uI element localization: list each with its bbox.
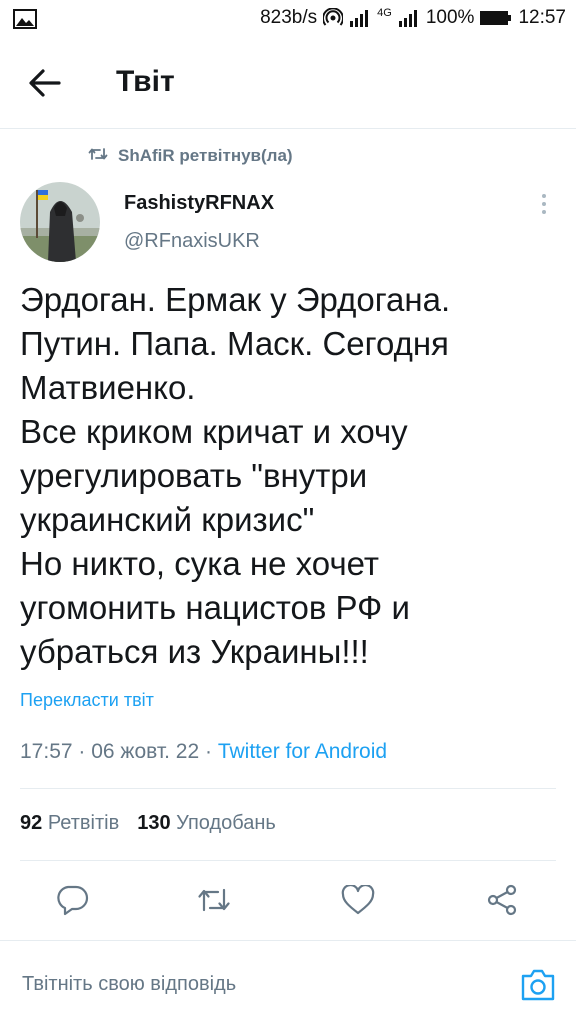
meta-separator: · [199, 740, 218, 763]
tweet-text: Эрдоган. Ермак у Эрдогана. Путин. Папа. … [20, 281, 451, 670]
back-arrow-icon[interactable] [28, 68, 62, 98]
tweet-time: 17:57 [20, 740, 73, 763]
status-bar: 823b/s 4G 100% 12:57 [0, 0, 576, 38]
tweet-source-link[interactable]: Twitter for Android [218, 740, 387, 763]
likes-count: 130 [137, 812, 171, 834]
retweet-icon[interactable] [194, 880, 234, 920]
retweets-stat[interactable]: 92 Ретвітів [20, 812, 119, 834]
retweets-count: 92 [20, 812, 43, 834]
like-icon[interactable] [338, 880, 378, 920]
retweet-notice-text: ShAfiR ретвітнув(ла) [118, 146, 293, 165]
author-name[interactable]: FashistyRFNAX [124, 192, 274, 215]
tweet-stats: 92 Ретвітів 130 Уподобань [20, 812, 276, 835]
page-title: Твіт [116, 65, 175, 98]
likes-label: Уподобань [176, 812, 276, 834]
reply-input[interactable]: Твітніть свою відповідь [22, 973, 236, 996]
reply-icon[interactable] [52, 880, 92, 920]
tweet-meta: 17:57 · 06 жовт. 22 · Twitter for Androi… [20, 740, 387, 764]
likes-stat[interactable]: 130 Уподобань [137, 812, 276, 834]
tweet-date: 06 жовт. 22 [91, 740, 200, 763]
retweet-small-icon [88, 146, 108, 166]
camera-icon[interactable] [520, 967, 556, 1003]
reply-bar: Твітніть свою відповідь [0, 940, 576, 1025]
signal-icon [349, 9, 371, 27]
more-options-icon[interactable] [536, 192, 552, 216]
battery-percent: 100% [425, 7, 475, 28]
battery-icon [480, 10, 512, 26]
app-header: Твіт [0, 38, 576, 129]
author-handle[interactable]: @RFnaxisUKR [124, 230, 260, 253]
share-icon[interactable] [482, 880, 522, 920]
meta-separator: · [72, 740, 92, 763]
divider [20, 788, 556, 789]
avatar[interactable] [20, 182, 100, 262]
retweets-label: Ретвітів [47, 812, 120, 834]
divider [20, 860, 556, 861]
clock: 12:57 [518, 7, 566, 28]
network-speed: 823b/s [260, 7, 318, 28]
hotspot-icon [323, 8, 344, 28]
action-bar [0, 872, 576, 928]
translate-tweet-link[interactable]: Перекласти твіт [20, 690, 154, 711]
signal-icon-2 [398, 9, 420, 27]
network-type: 4G [377, 7, 392, 19]
gallery-notification-icon [13, 9, 37, 29]
retweet-notice[interactable]: ShAfiR ретвітнув(ла) [88, 146, 293, 166]
